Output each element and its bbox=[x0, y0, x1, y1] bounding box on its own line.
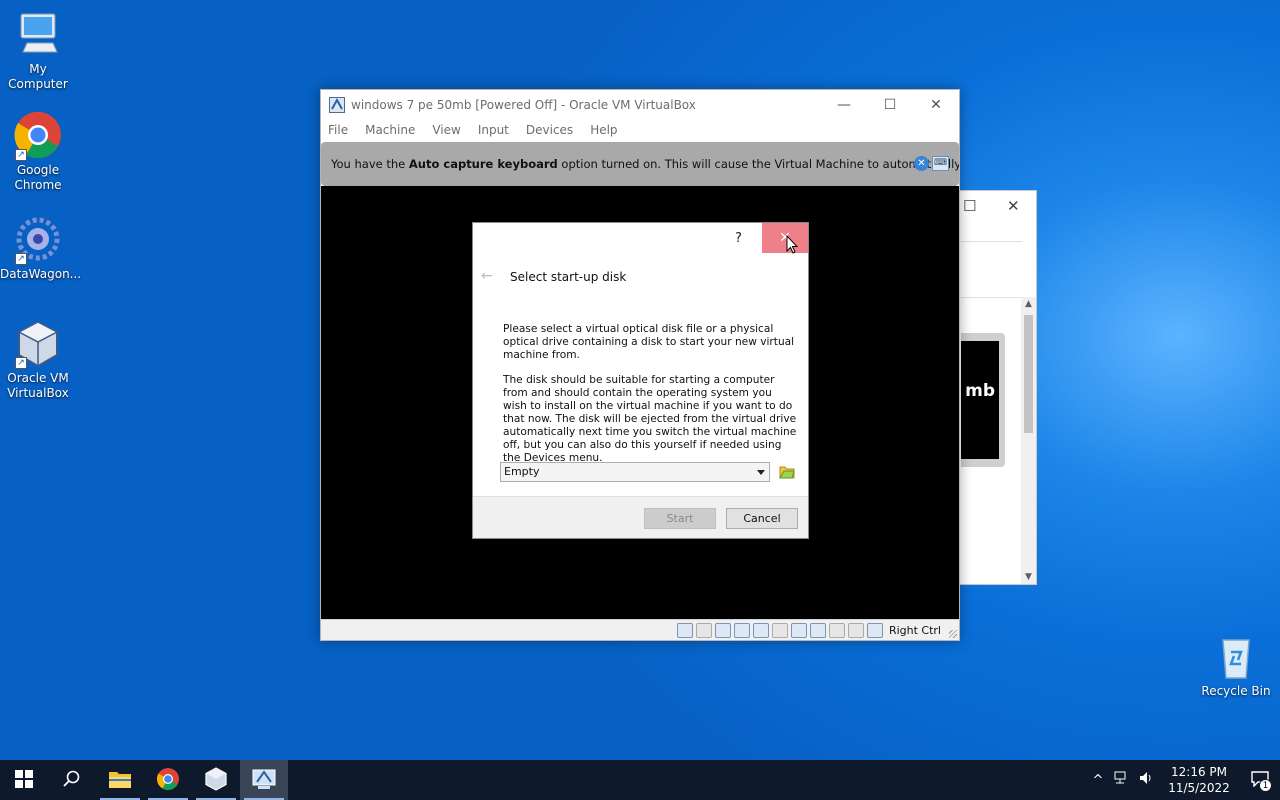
display-icon[interactable] bbox=[790, 622, 807, 638]
dialog-close-button[interactable]: ✕ bbox=[762, 223, 808, 253]
desktop-icon-label: Oracle VM VirtualBox bbox=[7, 371, 69, 400]
network-icon[interactable] bbox=[733, 622, 750, 638]
start-button[interactable]: Start bbox=[644, 508, 716, 529]
network-icon[interactable] bbox=[1110, 771, 1134, 789]
taskbar: ^ 12:16 PM 11/5/2022 1 bbox=[0, 760, 1280, 800]
shortcut-arrow-icon: ↗ bbox=[15, 253, 27, 265]
menu-file[interactable]: File bbox=[328, 123, 348, 137]
vm-window-icon bbox=[252, 768, 276, 793]
vm-title-text: windows 7 pe 50mb [Powered Off] - Oracle… bbox=[351, 97, 696, 112]
file-explorer-icon bbox=[108, 769, 132, 792]
back-arrow-icon[interactable]: ← bbox=[481, 268, 493, 284]
menu-machine[interactable]: Machine bbox=[365, 123, 415, 137]
disk-select[interactable]: Empty bbox=[500, 462, 770, 482]
shared-folders-icon[interactable] bbox=[771, 622, 788, 638]
audio-icon[interactable] bbox=[714, 622, 731, 638]
system-tray: ^ 12:16 PM 11/5/2022 1 bbox=[1086, 760, 1280, 800]
vm-title-bar[interactable]: windows 7 pe 50mb [Powered Off] - Oracle… bbox=[321, 90, 959, 119]
startup-disk-dialog[interactable]: ? ✕ ← Select start-up disk Please select… bbox=[472, 222, 809, 539]
vm-preview: mb bbox=[961, 333, 1005, 467]
search-icon bbox=[63, 770, 81, 791]
desktop-icon-label: Google Chrome bbox=[14, 163, 62, 192]
computer-icon bbox=[13, 10, 63, 60]
desktop-icon-datawagon[interactable]: ↗ DataWagon... bbox=[0, 215, 82, 282]
shortcut-arrow-icon: ↗ bbox=[15, 357, 27, 369]
vm-app-icon bbox=[329, 96, 345, 113]
vm-status-bar: Right Ctrl bbox=[321, 619, 959, 640]
dialog-heading: Select start-up disk bbox=[510, 270, 627, 284]
dialog-body: Please select a virtual optical disk fil… bbox=[503, 323, 799, 477]
keyboard-icon[interactable] bbox=[866, 622, 883, 638]
mouse-cursor-icon bbox=[786, 234, 799, 255]
chrome-icon: ↗ bbox=[13, 111, 63, 161]
auto-capture-notification: You have the Auto capture keyboard optio… bbox=[321, 142, 959, 186]
desktop-icon-label: My Computer bbox=[8, 62, 68, 91]
hard-disk-icon[interactable] bbox=[676, 622, 693, 638]
scroll-up-icon[interactable]: ▲ bbox=[1021, 299, 1036, 309]
dialog-footer: Start Cancel bbox=[473, 496, 808, 538]
search-button[interactable] bbox=[48, 760, 96, 800]
taskbar-file-explorer[interactable] bbox=[96, 760, 144, 800]
minimize-button[interactable]: — bbox=[821, 97, 867, 113]
maximize-icon[interactable]: ☐ bbox=[963, 197, 976, 215]
clock-date: 11/5/2022 bbox=[1168, 781, 1230, 795]
close-button[interactable]: ✕ bbox=[913, 97, 959, 113]
clock-time: 12:16 PM bbox=[1171, 765, 1227, 779]
mouse-integration-icon[interactable] bbox=[847, 622, 864, 638]
cancel-button[interactable]: Cancel bbox=[726, 508, 798, 529]
cpu-icon[interactable] bbox=[828, 622, 845, 638]
taskbar-vm-window[interactable] bbox=[240, 760, 288, 800]
start-button-taskbar[interactable] bbox=[0, 760, 48, 800]
dismiss-notification-icon[interactable]: ✕ bbox=[914, 156, 929, 171]
resize-grip[interactable] bbox=[949, 630, 957, 638]
choose-disk-file-icon[interactable] bbox=[779, 464, 796, 479]
disk-select-value: Empty bbox=[504, 465, 540, 478]
notification-count-badge: 1 bbox=[1259, 779, 1272, 792]
desktop-icon-google-chrome[interactable]: ↗ Google Chrome bbox=[0, 111, 76, 193]
volume-icon[interactable] bbox=[1134, 771, 1158, 789]
maximize-button[interactable]: ☐ bbox=[867, 97, 913, 113]
taskbar-virtualbox[interactable] bbox=[192, 760, 240, 800]
scrollbar[interactable]: ▲ ▼ bbox=[1021, 297, 1036, 584]
desktop-icon-recycle-bin[interactable]: Recycle Bin bbox=[1198, 632, 1274, 699]
chrome-icon bbox=[156, 767, 180, 794]
chevron-down-icon bbox=[757, 470, 765, 475]
notification-text: You have the Auto capture keyboard optio… bbox=[331, 157, 959, 171]
keyboard-capture-icon[interactable]: ⌨ bbox=[932, 156, 949, 171]
desktop-icon-my-computer[interactable]: My Computer bbox=[0, 10, 76, 92]
vm-preview-text: mb bbox=[961, 341, 999, 459]
desktop-icon-virtualbox[interactable]: ↗ Oracle VM VirtualBox bbox=[0, 319, 76, 401]
virtualbox-icon bbox=[204, 766, 228, 794]
host-key-label: Right Ctrl bbox=[888, 623, 941, 637]
scroll-down-icon[interactable]: ▼ bbox=[1021, 572, 1036, 582]
menu-input[interactable]: Input bbox=[478, 123, 509, 137]
recording-icon[interactable] bbox=[809, 622, 826, 638]
usb-icon[interactable] bbox=[752, 622, 769, 638]
scrollbar-thumb[interactable] bbox=[1024, 315, 1033, 433]
show-hidden-icons-chevron-up-icon[interactable]: ^ bbox=[1086, 773, 1110, 788]
desktop-icon-label: DataWagon... bbox=[0, 267, 82, 281]
datawagon-icon: ↗ bbox=[13, 215, 63, 265]
menu-help[interactable]: Help bbox=[590, 123, 617, 137]
help-button[interactable]: ? bbox=[735, 231, 742, 246]
menu-view[interactable]: View bbox=[432, 123, 460, 137]
dialog-paragraph: The disk should be suitable for starting… bbox=[503, 374, 797, 464]
action-center-button[interactable]: 1 bbox=[1240, 760, 1280, 800]
dialog-paragraph: Please select a virtual optical disk fil… bbox=[503, 323, 795, 361]
optical-drive-icon[interactable] bbox=[695, 622, 712, 638]
taskbar-chrome[interactable] bbox=[144, 760, 192, 800]
start-icon bbox=[15, 769, 33, 791]
vm-menu-bar: File Machine View Input Devices Help bbox=[321, 119, 959, 141]
virtualbox-icon: ↗ bbox=[13, 319, 63, 369]
close-icon[interactable]: ✕ bbox=[1007, 197, 1020, 215]
divider bbox=[961, 241, 1022, 242]
desktop-icon-label: Recycle Bin bbox=[1201, 684, 1271, 698]
clock[interactable]: 12:16 PM 11/5/2022 bbox=[1164, 764, 1234, 796]
menu-devices[interactable]: Devices bbox=[526, 123, 573, 137]
shortcut-arrow-icon: ↗ bbox=[15, 149, 27, 161]
recycle-bin-icon bbox=[1211, 632, 1261, 682]
